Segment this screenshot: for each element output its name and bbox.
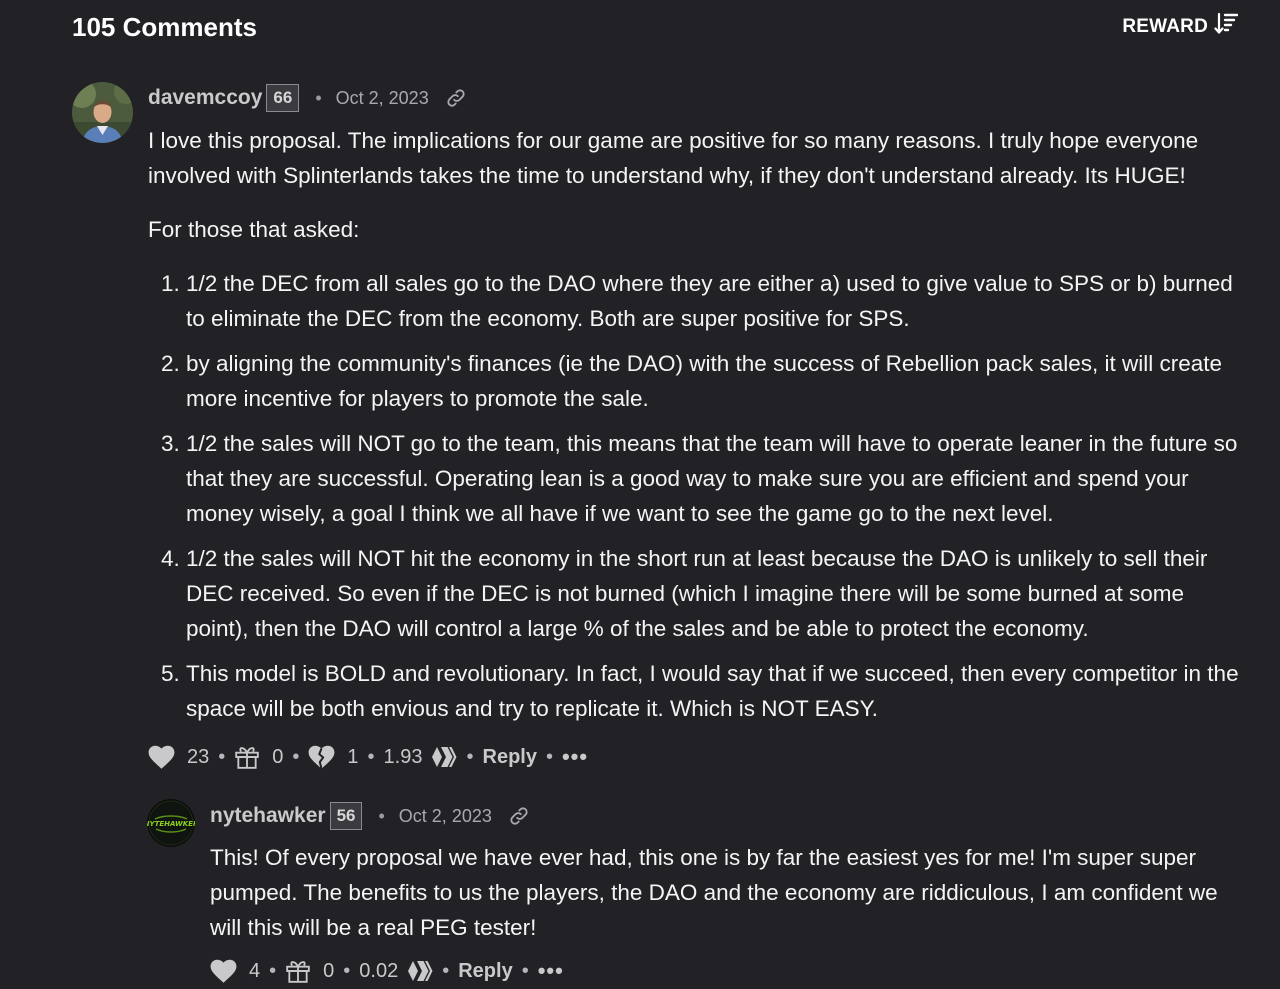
action-separator: • <box>442 959 450 982</box>
gift-count[interactable]: 0 <box>323 960 334 983</box>
permalink-icon[interactable] <box>445 87 467 109</box>
comment-meta: nytehawker 56 • Oct 2, 2023 <box>210 800 530 832</box>
avatar[interactable]: NYTEHAWKER <box>147 799 195 847</box>
downvote-broken-heart-icon[interactable] <box>308 745 335 770</box>
hive-logo-icon <box>408 960 433 982</box>
comment-meta: davemccoy 66 • Oct 2, 2023 <box>148 82 467 114</box>
action-separator: • <box>521 959 529 982</box>
reply-button[interactable]: Reply <box>458 960 512 983</box>
list-item: 1/2 the DEC from all sales go to the DAO… <box>186 266 1243 336</box>
upvote-heart-icon[interactable] <box>148 745 175 770</box>
comment-paragraph: This! Of every proposal we have ever had… <box>210 845 1218 940</box>
reward-label: REWARD <box>1122 16 1208 37</box>
action-separator: • <box>545 745 553 768</box>
more-options-button[interactable]: ••• <box>538 958 564 984</box>
reputation-badge: 66 <box>266 84 300 112</box>
reputation-badge: 56 <box>329 802 363 830</box>
gift-icon[interactable] <box>234 744 260 770</box>
list-item: by aligning the community's finances (ie… <box>186 346 1243 416</box>
comment-actions: 23 • 0 • 1 • 1.93 • Reply • ••• <box>148 741 588 773</box>
avatar-logo-text: NYTEHAWKER <box>147 820 195 828</box>
action-separator: • <box>367 745 375 768</box>
list-item: 1/2 the sales will NOT go to the team, t… <box>186 426 1243 531</box>
comments-header: 105 Comments REWARD <box>72 10 1239 44</box>
gift-count[interactable]: 0 <box>272 746 283 769</box>
permalink-icon[interactable] <box>508 805 530 827</box>
action-separator: • <box>292 745 300 768</box>
reply-button[interactable]: Reply <box>483 746 537 769</box>
payout-value[interactable]: 0.02 <box>359 960 398 983</box>
list-item: 1/2 the sales will NOT hit the economy i… <box>186 541 1243 646</box>
comment-body: I love this proposal. The implications f… <box>148 123 1243 736</box>
hive-logo-icon <box>432 746 457 768</box>
meta-separator: • <box>378 805 385 826</box>
comment-actions: 4 • 0 • 0.02 • Reply • ••• <box>210 955 564 987</box>
gift-icon[interactable] <box>285 958 311 984</box>
comment-paragraph: For those that asked: <box>148 217 360 242</box>
action-separator: • <box>343 959 351 982</box>
reward-sort-button[interactable]: REWARD <box>1122 12 1239 42</box>
payout-value[interactable]: 1.93 <box>384 746 423 769</box>
list-item: This model is BOLD and revolutionary. In… <box>186 656 1243 726</box>
comment-date[interactable]: Oct 2, 2023 <box>399 806 492 827</box>
upvote-heart-icon[interactable] <box>210 959 237 984</box>
sort-descending-icon <box>1214 12 1239 42</box>
upvote-count[interactable]: 23 <box>187 746 209 769</box>
comment-paragraph: I love this proposal. The implications f… <box>148 128 1199 188</box>
comment-body: This! Of every proposal we have ever had… <box>210 840 1245 945</box>
action-separator: • <box>218 745 226 768</box>
comment-date[interactable]: Oct 2, 2023 <box>336 88 429 109</box>
comment-list: 1/2 the DEC from all sales go to the DAO… <box>148 266 1243 726</box>
avatar[interactable] <box>72 82 133 143</box>
upvote-count[interactable]: 4 <box>249 960 260 983</box>
username[interactable]: nytehawker <box>210 804 326 828</box>
username[interactable]: davemccoy <box>148 86 262 110</box>
downvote-count[interactable]: 1 <box>347 746 358 769</box>
meta-separator: • <box>315 87 322 108</box>
more-options-button[interactable]: ••• <box>562 744 588 770</box>
action-separator: • <box>466 745 474 768</box>
comments-count: 105 Comments <box>72 11 257 42</box>
action-separator: • <box>269 959 277 982</box>
